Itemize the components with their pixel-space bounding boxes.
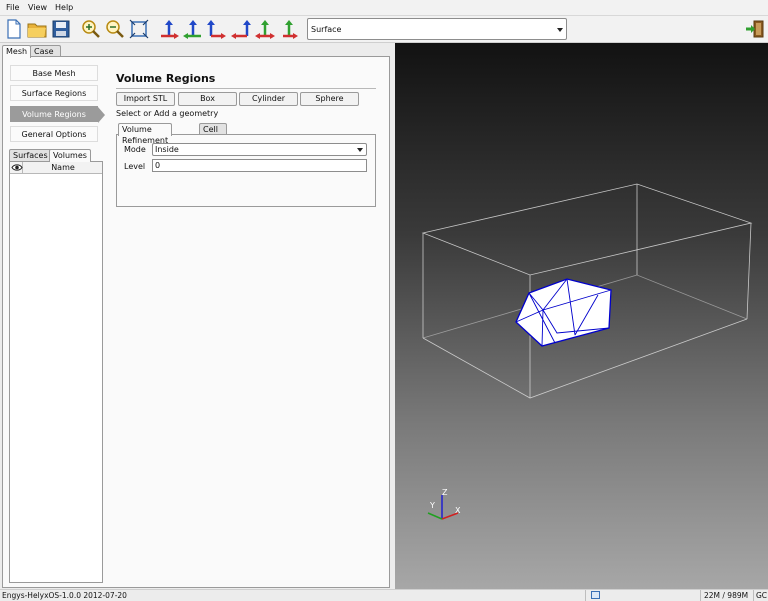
view-mode-value: Surface (311, 25, 342, 34)
tab-volume-refinement[interactable]: Volume Refinement (118, 123, 173, 145)
view-minus-x-icon[interactable] (182, 18, 204, 40)
mode-value: Inside (155, 145, 179, 154)
nav-volume-regions[interactable]: Volume Regions (10, 106, 105, 123)
status-bar: Engys-HelyxOS-1.0.0 2012-07-20 22M / 989… (0, 589, 768, 601)
tab-volumes[interactable]: Volumes (49, 149, 91, 162)
title-divider (116, 88, 376, 89)
menu-bar: File View Help (0, 0, 768, 16)
level-field[interactable]: 0 (152, 159, 367, 172)
geometry-hint: Select or Add a geometry (116, 109, 219, 118)
gc-button[interactable]: GC (756, 591, 767, 600)
view-minus-y-icon[interactable] (230, 18, 252, 40)
menu-file[interactable]: File (6, 3, 19, 12)
fit-view-icon[interactable] (128, 18, 150, 40)
level-label: Level (124, 162, 146, 171)
save-icon[interactable] (50, 18, 72, 40)
new-file-icon[interactable] (3, 18, 25, 40)
view-plus-z-icon[interactable] (254, 18, 276, 40)
import-stl-button[interactable]: Import STL (116, 92, 175, 106)
page-title: Volume Regions (116, 72, 216, 85)
zoom-in-icon[interactable] (80, 18, 102, 40)
exit-icon[interactable] (744, 19, 766, 39)
cylinder-button[interactable]: Cylinder (239, 92, 298, 106)
box-button[interactable]: Box (178, 92, 237, 106)
open-folder-icon[interactable] (26, 18, 48, 40)
mode-select[interactable]: Inside (152, 143, 367, 156)
nav-general-options[interactable]: General Options (10, 126, 98, 142)
axes-triad: Z X Y (427, 488, 461, 520)
view-minus-z-icon[interactable] (278, 18, 300, 40)
axis-y-label: Y (429, 501, 435, 510)
mesh-panel: Base Mesh Surface Regions Volume Regions… (2, 56, 390, 588)
scene-svg: Z X Y (421, 183, 753, 520)
zoom-out-icon[interactable] (104, 18, 126, 40)
memory-usage: 22M / 989M (704, 591, 749, 600)
view-plus-x-icon[interactable] (158, 18, 180, 40)
axis-x-label: X (455, 506, 461, 515)
sphere-button[interactable]: Sphere (300, 92, 359, 106)
visibility-eye-icon[interactable] (11, 162, 23, 173)
tab-mesh[interactable]: Mesh (2, 45, 32, 58)
tree-name-header[interactable]: Name (24, 163, 102, 172)
nav-base-mesh[interactable]: Base Mesh (10, 65, 98, 81)
menu-view[interactable]: View (28, 3, 47, 12)
volumes-tree[interactable]: Name (9, 161, 103, 583)
axis-z-label: Z (442, 488, 448, 497)
view-plus-y-icon[interactable] (206, 18, 228, 40)
version-text: Engys-HelyxOS-1.0.0 2012-07-20 (2, 591, 127, 600)
mode-label: Mode (124, 145, 146, 154)
view-mode-select[interactable]: Surface (307, 18, 567, 40)
chevron-down-icon (557, 28, 563, 32)
nav-surface-regions[interactable]: Surface Regions (10, 85, 98, 101)
log-console-icon[interactable] (591, 591, 600, 599)
menu-help[interactable]: Help (55, 3, 73, 12)
level-value: 0 (155, 161, 161, 170)
tab-surfaces[interactable]: Surfaces (9, 149, 52, 161)
3d-viewport[interactable]: Z X Y (395, 43, 768, 589)
chevron-down-icon (357, 148, 363, 152)
tree-header: Name (10, 162, 102, 174)
